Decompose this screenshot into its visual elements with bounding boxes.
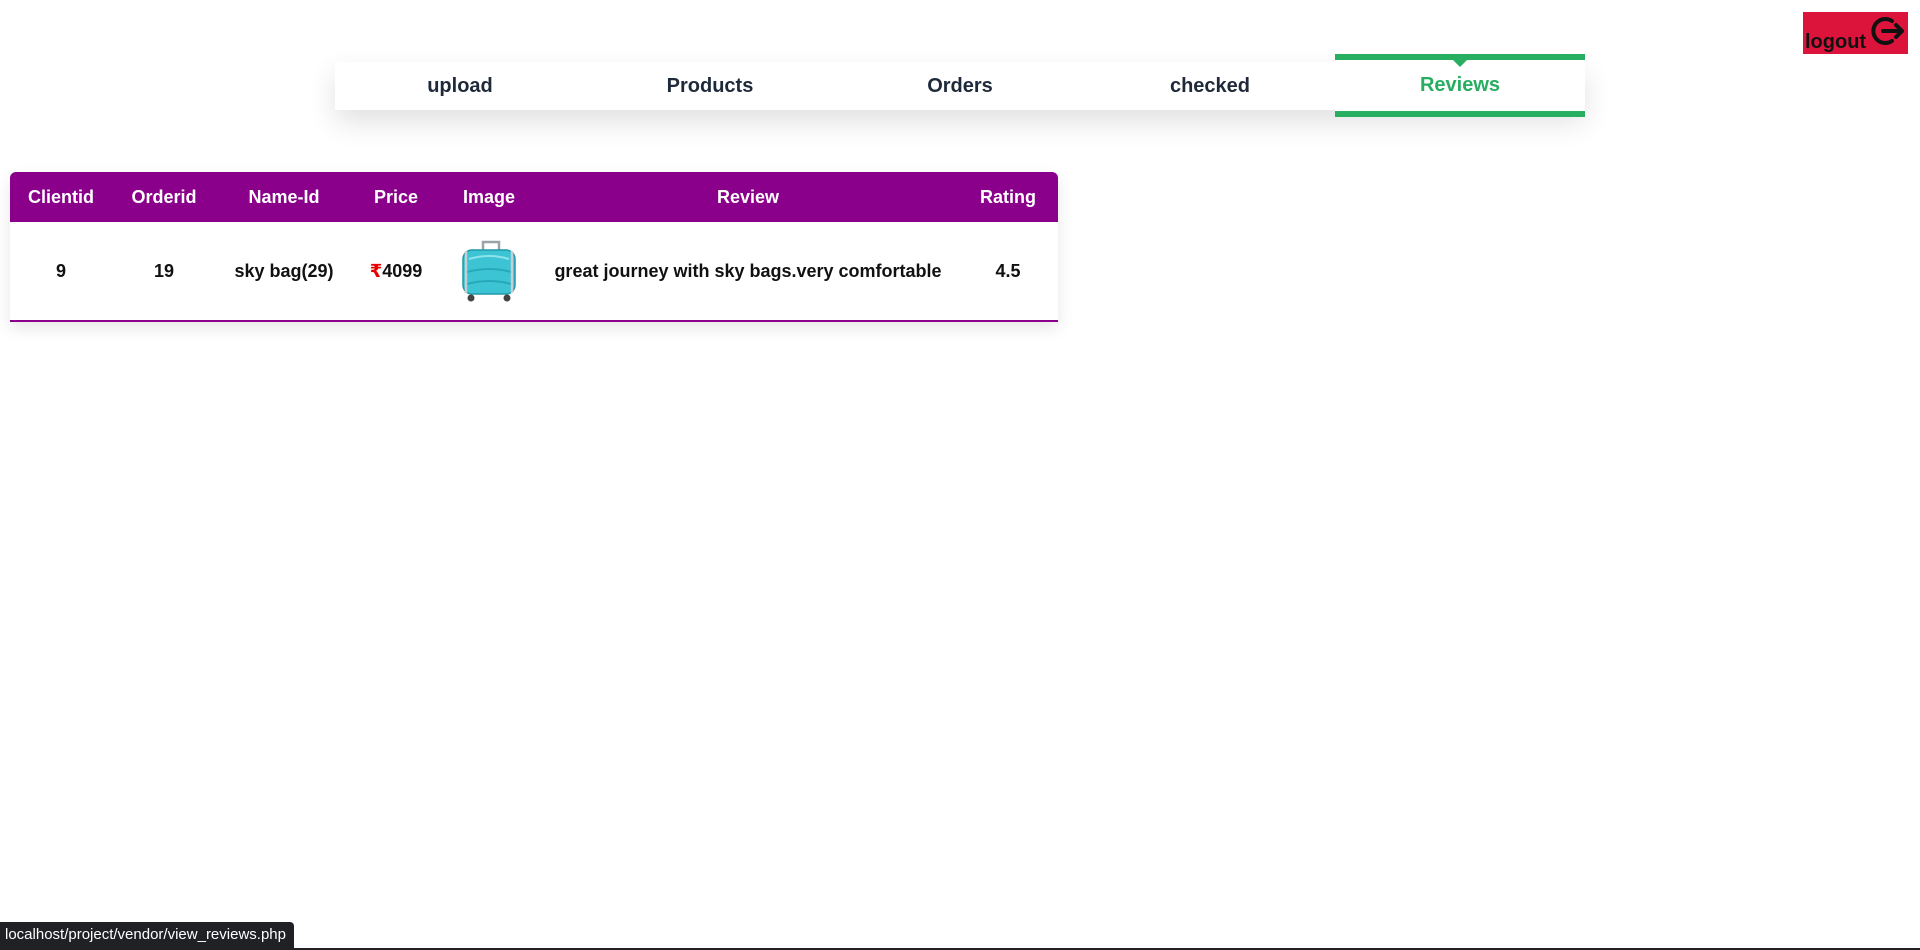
price-value: 4099 (382, 260, 423, 281)
tab-label: Reviews (1419, 74, 1501, 96)
logout-label: logout (1805, 31, 1867, 53)
tab-checked[interactable]: checked (1085, 62, 1335, 110)
header-name-id: Name-Id (248, 186, 320, 207)
header-clientid: Clientid (28, 186, 94, 207)
header-orderid: Orderid (131, 186, 197, 207)
cell-name-id: sky bag(29) (234, 260, 334, 281)
header-price: Price (373, 186, 419, 207)
tab-label: Products (666, 74, 754, 97)
tab-label: upload (427, 74, 493, 97)
tab-label: checked (1169, 74, 1251, 97)
cell-review: great journey with sky bags.very comfort… (554, 260, 942, 281)
tab-label: Orders (927, 74, 993, 97)
tab-upload[interactable]: upload (335, 62, 585, 110)
cell-image (440, 222, 538, 321)
rupee-symbol: ₹ (369, 260, 383, 281)
suitcase-image (457, 239, 521, 303)
reviews-table: Clientid Orderid Name-Id Price Image Rev… (10, 172, 1058, 322)
cell-price: ₹4099 (352, 222, 440, 321)
logout-button[interactable]: logout (1803, 12, 1908, 54)
header-review: Review (716, 186, 780, 207)
tab-products[interactable]: Products (585, 62, 835, 110)
header-image: Image (462, 186, 516, 207)
power-logout-icon (1868, 14, 1906, 48)
status-bar-url: localhost/project/vendor/view_reviews.ph… (0, 922, 294, 948)
tab-reviews[interactable]: Reviews (1335, 54, 1585, 117)
cell-rating: 4.5 (995, 260, 1021, 281)
table-header-row: Clientid Orderid Name-Id Price Image Rev… (10, 172, 1058, 222)
tab-orders[interactable]: Orders (835, 62, 1085, 110)
cell-clientid: 9 (55, 260, 66, 281)
vendor-nav: upload Products Orders checked Reviews (335, 54, 1585, 117)
header-rating: Rating (980, 186, 1036, 207)
cell-orderid: 19 (153, 260, 175, 281)
table-row: 9 19 sky bag(29) ₹4099 great journey wit… (10, 222, 1058, 321)
